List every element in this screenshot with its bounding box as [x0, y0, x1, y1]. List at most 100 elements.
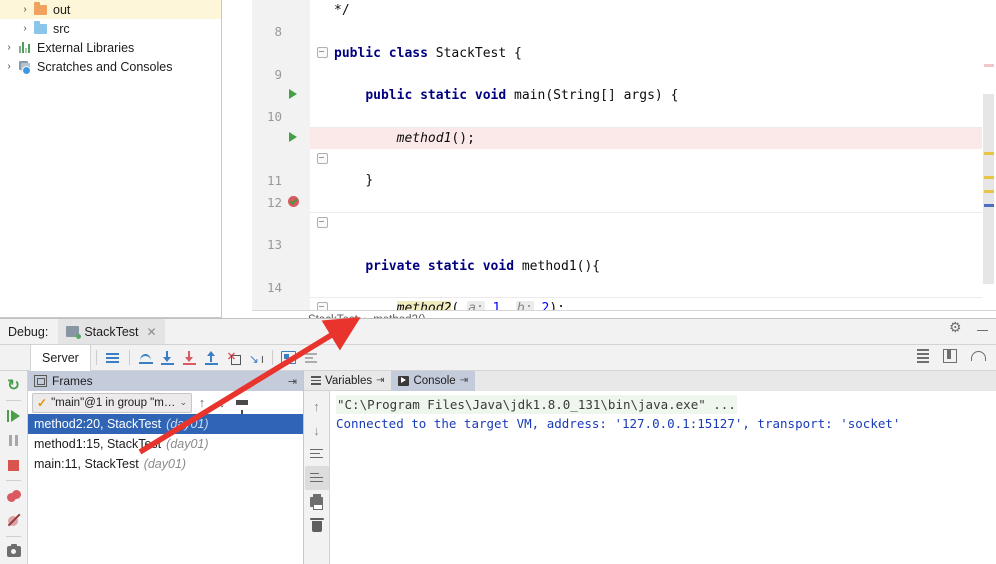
frame-row[interactable]: method1:15, StackTest (day01) — [28, 434, 303, 454]
thread-dropdown[interactable]: ✓ "main"@1 in group "main... ⌄ — [32, 392, 192, 413]
project-tree-panel[interactable]: › out › src › External Libraries › Scrat… — [0, 0, 222, 318]
tab-variables[interactable]: Variables ⇥ — [304, 371, 391, 391]
variables-console-tabs[interactable]: Variables ⇥ Console ⇥ — [304, 370, 996, 391]
scroll-down-button[interactable]: ↓ — [305, 418, 329, 442]
stop-button[interactable] — [1, 453, 27, 477]
minimize-icon[interactable] — [977, 329, 988, 332]
server-tab-label: Server — [42, 350, 79, 365]
console-output[interactable]: "C:\Program Files\Java\jdk1.8.0_131\bin\… — [330, 391, 996, 564]
console-line: "C:\Program Files\Java\jdk1.8.0_131\bin\… — [336, 395, 996, 414]
rerun-button[interactable]: ↻ — [1, 373, 27, 397]
pause-program-button[interactable] — [1, 429, 27, 453]
code-text: , — [500, 301, 517, 310]
thread-selector-bar[interactable]: ✓ "main"@1 in group "main... ⌄ ↑ ↓ — [28, 391, 303, 415]
chevron-down-icon[interactable]: ⌄ — [179, 397, 187, 408]
code-text: ( — [451, 301, 460, 310]
frame-project: (day01) — [166, 417, 209, 431]
layout-settings-icon[interactable] — [917, 349, 929, 363]
tab-console[interactable]: Console ⇥ — [391, 370, 476, 391]
step-into-button[interactable] — [157, 347, 179, 369]
run-to-cursor-button[interactable]: ↘ I — [245, 347, 267, 369]
step-over-button[interactable] — [135, 347, 157, 369]
scroll-to-end-button[interactable] — [304, 466, 329, 490]
scroll-to-end-icon — [310, 472, 323, 484]
debug-tool-window[interactable]: Debug: StackTest ✕ Server ✕ ↘I — [0, 318, 996, 564]
console-side-toolbar[interactable]: ↑ ↓ — [304, 391, 330, 564]
tab-label: Variables — [325, 374, 373, 387]
breakpoint-marker[interactable] — [984, 64, 994, 67]
fold-marker-icon[interactable] — [316, 149, 328, 170]
tree-item-external-libraries[interactable]: › External Libraries — [0, 38, 221, 57]
frames-panel[interactable]: Frames ⇥ ✓ "main"@1 in group "main... ⌄ … — [28, 371, 304, 564]
expand-arrow-icon[interactable]: › — [2, 61, 16, 72]
settings-gear-icon[interactable] — [949, 319, 963, 337]
expand-arrow-icon[interactable]: › — [18, 23, 32, 34]
code-line[interactable]: 13 — [252, 213, 996, 252]
evaluate-expression-button[interactable] — [278, 347, 300, 369]
view-breakpoints-button[interactable] — [1, 484, 27, 508]
line-text: private static void method1(){ — [334, 256, 600, 277]
code-line[interactable]: 11 method1(); — [252, 127, 996, 207]
memory-gauge-icon[interactable] — [971, 351, 986, 361]
frame-label: method1:15, StackTest — [34, 437, 162, 451]
code-line[interactable]: 12 } — [252, 170, 996, 228]
snapshot-button[interactable] — [1, 540, 27, 564]
tab-server[interactable]: Server — [30, 344, 91, 371]
mute-breakpoints-button[interactable] — [1, 508, 27, 532]
debug-step-toolbar[interactable]: Server ✕ ↘ I — [0, 344, 996, 371]
debug-session-tab[interactable]: StackTest ✕ — [58, 319, 165, 344]
editor-marker-gutter[interactable] — [982, 0, 996, 310]
code-line[interactable]: 14 private static void method1(){ — [252, 256, 996, 310]
tree-item-src[interactable]: › src — [0, 19, 221, 38]
frame-label: method2:20, StackTest — [34, 417, 162, 431]
filter-button[interactable] — [300, 347, 322, 369]
frames-filter-button[interactable] — [232, 393, 252, 415]
trash-icon — [309, 517, 324, 532]
expand-arrow-icon[interactable]: › — [18, 4, 32, 15]
param-hint: b: — [516, 301, 534, 310]
arrow-down-icon: ↓ — [218, 395, 226, 410]
soft-wrap-button[interactable] — [305, 442, 329, 466]
code-line[interactable]: 10 public static void main(String[] args… — [252, 85, 996, 165]
warning-marker[interactable] — [984, 176, 994, 179]
force-step-into-button[interactable] — [179, 347, 201, 369]
frames-down-button[interactable]: ↓ — [212, 393, 232, 413]
frames-list[interactable]: method2:20, StackTest (day01) method1:15… — [28, 414, 303, 564]
scroll-up-button[interactable]: ↑ — [305, 394, 329, 418]
expand-arrow-icon[interactable]: › — [2, 42, 16, 53]
tree-item-label: Scratches and Consoles — [37, 59, 173, 74]
keyword: private static void — [365, 258, 515, 274]
drop-frame-button[interactable]: ✕ — [223, 347, 245, 369]
step-out-button[interactable] — [201, 347, 223, 369]
line-number: 8 — [274, 24, 282, 40]
frame-row[interactable]: main:11, StackTest (day01) — [28, 454, 303, 474]
tree-item-label: out — [53, 2, 71, 17]
tree-item-label: External Libraries — [37, 40, 135, 55]
line-text: */ — [334, 3, 350, 18]
debug-side-toolbar[interactable]: ↻ — [0, 371, 28, 564]
print-button[interactable] — [305, 490, 329, 514]
tree-item-out[interactable]: › out — [0, 0, 221, 19]
pin-icon[interactable]: ⇥ — [288, 375, 297, 388]
frames-up-button[interactable]: ↑ — [192, 393, 212, 413]
code-editor[interactable]: 8 */ 9 public class StackTest { 10 publi… — [252, 0, 996, 310]
folder-icon — [32, 1, 49, 15]
code-line[interactable]: 8 */ — [252, 0, 996, 58]
line-number: 12 — [266, 194, 282, 210]
frames-filmstrip-icon[interactable] — [943, 349, 957, 363]
resume-program-button[interactable] — [1, 404, 27, 428]
warning-marker[interactable] — [984, 152, 994, 155]
code-line[interactable]: 9 public class StackTest { — [252, 43, 996, 100]
warning-marker[interactable] — [984, 190, 994, 193]
show-execution-point-button[interactable] — [102, 347, 124, 369]
execution-marker[interactable] — [984, 204, 994, 207]
pin-icon[interactable]: ⇥ — [376, 375, 384, 386]
code-line[interactable]: 15 method2( a: 1, b: 2); — [252, 298, 996, 310]
run-config-icon — [66, 326, 82, 339]
clear-all-button[interactable] — [305, 514, 329, 538]
pin-icon[interactable]: ⇥ — [460, 375, 468, 386]
tree-item-scratches-and-consoles[interactable]: › Scratches and Consoles — [0, 57, 221, 76]
frame-row[interactable]: method2:20, StackTest (day01) — [28, 414, 303, 434]
console-panel[interactable]: Variables ⇥ Console ⇥ "C:\Program Files\… — [304, 370, 996, 564]
close-icon[interactable]: ✕ — [144, 325, 157, 339]
